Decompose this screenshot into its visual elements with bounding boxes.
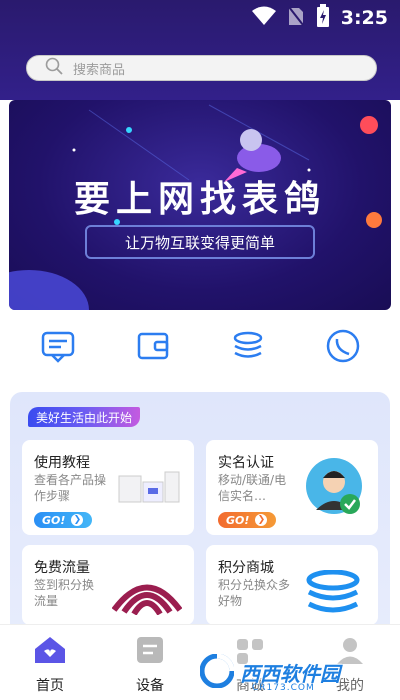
quick-icon-row bbox=[0, 315, 400, 380]
stack-icon[interactable] bbox=[230, 328, 266, 368]
card-title: 实名认证 bbox=[218, 455, 274, 471]
home-icon bbox=[33, 635, 67, 669]
go-label: GO! bbox=[42, 513, 66, 527]
card-tutorial[interactable]: 使用教程 查看各产品操作步骤 GO! ❯ bbox=[22, 440, 194, 535]
go-button[interactable]: GO! ❯ bbox=[34, 512, 92, 528]
coins-icon bbox=[306, 569, 361, 624]
card-title: 使用教程 bbox=[34, 455, 90, 471]
card-desc: 签到积分换流量 bbox=[34, 578, 95, 608]
header: 3:25 搜索商品 bbox=[0, 0, 400, 100]
wifi-icon bbox=[251, 6, 277, 30]
wallet-icon[interactable] bbox=[135, 328, 171, 368]
nav-home[interactable]: 首页 bbox=[10, 635, 90, 695]
card-desc: 移动/联通/电信实名… bbox=[218, 473, 287, 503]
chevron-right-icon: ❯ bbox=[255, 514, 268, 526]
go-button[interactable]: GO! ❯ bbox=[218, 512, 276, 528]
battery-charging-icon bbox=[315, 4, 331, 32]
status-time: 3:25 bbox=[340, 7, 388, 29]
no-sim-icon bbox=[287, 5, 305, 31]
section-tag: 美好生活由此开始 bbox=[28, 407, 141, 427]
card-title: 积分商城 bbox=[218, 560, 274, 576]
card-desc: 查看各产品操作步骤 bbox=[34, 473, 107, 503]
banner-title: 要上网找表鸽 bbox=[73, 179, 326, 220]
card-title: 免费流量 bbox=[34, 560, 90, 576]
search-placeholder: 搜索商品 bbox=[73, 62, 126, 78]
go-label: GO! bbox=[226, 513, 250, 527]
phone-icon[interactable] bbox=[325, 328, 361, 368]
card-desc: 积分兑换众多好物 bbox=[218, 578, 291, 608]
status-bar: 3:25 bbox=[0, 0, 400, 36]
chevron-right-icon: ❯ bbox=[71, 514, 84, 526]
device-icon bbox=[133, 635, 167, 669]
nav-label: 设备 bbox=[136, 678, 164, 694]
card-verification[interactable]: 实名认证 移动/联通/电信实名… GO! ❯ bbox=[206, 440, 378, 535]
search-icon bbox=[45, 57, 63, 79]
nav-device[interactable]: 设备 bbox=[110, 635, 190, 695]
verified-user-icon bbox=[304, 456, 364, 522]
card-free-traffic[interactable]: 免费流量 签到积分换流量 bbox=[22, 545, 194, 625]
watermark-logo-icon bbox=[199, 653, 235, 692]
signal-icon bbox=[111, 570, 183, 619]
banner-subtitle: 让万物互联变得更简单 bbox=[124, 234, 275, 252]
card-points-mall[interactable]: 积分商城 积分兑换众多好物 bbox=[206, 545, 378, 625]
search-input[interactable]: 搜索商品 bbox=[26, 55, 377, 81]
watermark-sub: CR173.COM bbox=[252, 683, 315, 693]
nav-label: 首页 bbox=[36, 678, 64, 694]
message-icon[interactable] bbox=[40, 328, 76, 368]
devices-icon bbox=[117, 468, 185, 512]
